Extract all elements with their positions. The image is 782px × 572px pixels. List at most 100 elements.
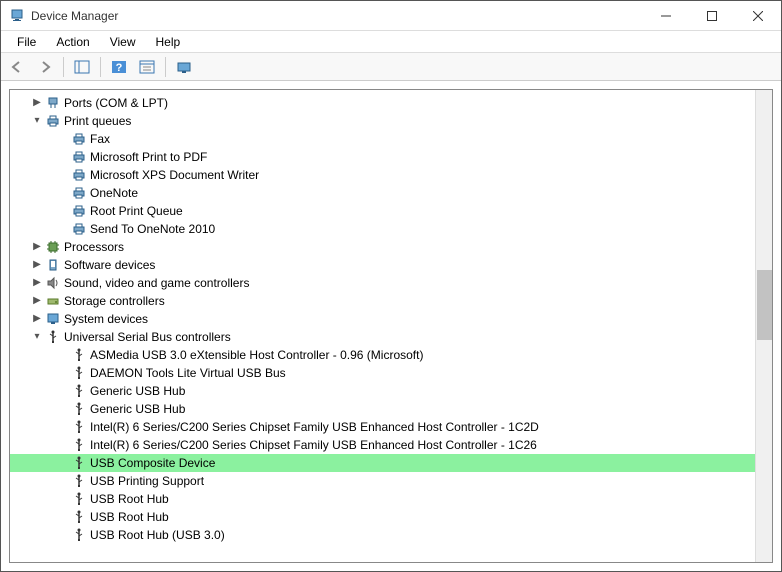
usb-icon: [70, 510, 88, 524]
printer-icon: [70, 168, 88, 182]
usb-icon: [70, 384, 88, 398]
tree-node-usb-controllers[interactable]: ▾ Universal Serial Bus controllers: [10, 328, 772, 346]
tree-label: Microsoft XPS Document Writer: [88, 166, 259, 184]
tree-node-usb-item[interactable]: USB Printing Support: [10, 472, 772, 490]
close-button[interactable]: [735, 1, 781, 31]
tree-label: ASMedia USB 3.0 eXtensible Host Controll…: [88, 346, 423, 364]
tree-node-print-item[interactable]: OneNote: [10, 184, 772, 202]
device-tree[interactable]: ▶ Ports (COM & LPT) ▾ Print queues Fax M…: [10, 90, 772, 562]
tree-label: System devices: [62, 310, 148, 328]
menu-view[interactable]: View: [100, 33, 146, 51]
tree-label: Intel(R) 6 Series/C200 Series Chipset Fa…: [88, 436, 537, 454]
tree-node-print-item[interactable]: Fax: [10, 130, 772, 148]
tree-panel: ▶ Ports (COM & LPT) ▾ Print queues Fax M…: [9, 89, 773, 563]
back-button[interactable]: [5, 56, 29, 78]
svg-text:?: ?: [116, 62, 123, 74]
tree-node-print-item[interactable]: Send To OneNote 2010: [10, 220, 772, 238]
tree-label: USB Root Hub: [88, 490, 169, 508]
port-icon: [44, 96, 62, 110]
tree-node-storage[interactable]: ▶ Storage controllers: [10, 292, 772, 310]
vertical-scrollbar[interactable]: [755, 90, 772, 562]
toolbar-separator: [100, 57, 101, 77]
tree-label: OneNote: [88, 184, 138, 202]
usb-icon: [44, 330, 62, 344]
chevron-right-icon[interactable]: ▶: [30, 238, 44, 256]
printer-icon: [44, 114, 62, 128]
properties-button[interactable]: [135, 56, 159, 78]
tree-node-software-devices[interactable]: ▶ Software devices: [10, 256, 772, 274]
tree-node-processors[interactable]: ▶ Processors: [10, 238, 772, 256]
menu-action[interactable]: Action: [46, 33, 99, 51]
tree-node-usb-item[interactable]: Intel(R) 6 Series/C200 Series Chipset Fa…: [10, 418, 772, 436]
storage-icon: [44, 294, 62, 308]
software-icon: [44, 258, 62, 272]
tree-label: DAEMON Tools Lite Virtual USB Bus: [88, 364, 286, 382]
minimize-button[interactable]: [643, 1, 689, 31]
tree-node-usb-item[interactable]: USB Root Hub: [10, 490, 772, 508]
tree-label: USB Root Hub: [88, 508, 169, 526]
chevron-down-icon[interactable]: ▾: [30, 112, 44, 130]
tree-label: Intel(R) 6 Series/C200 Series Chipset Fa…: [88, 418, 539, 436]
tree-node-usb-item[interactable]: Generic USB Hub: [10, 400, 772, 418]
tree-label: Universal Serial Bus controllers: [62, 328, 231, 346]
app-icon: [9, 8, 25, 24]
tree-node-usb-item[interactable]: Intel(R) 6 Series/C200 Series Chipset Fa…: [10, 436, 772, 454]
tree-node-sound[interactable]: ▶ Sound, video and game controllers: [10, 274, 772, 292]
chevron-right-icon[interactable]: ▶: [30, 310, 44, 328]
titlebar: Device Manager: [1, 1, 781, 31]
chevron-right-icon[interactable]: ▶: [30, 292, 44, 310]
tree-label: Processors: [62, 238, 124, 256]
menu-help[interactable]: Help: [146, 33, 191, 51]
tree-label: Ports (COM & LPT): [62, 94, 168, 112]
tree-node-usb-item-selected[interactable]: USB Composite Device: [10, 454, 772, 472]
chevron-right-icon[interactable]: ▶: [30, 274, 44, 292]
scan-hardware-button[interactable]: [172, 56, 196, 78]
tree-node-usb-item[interactable]: DAEMON Tools Lite Virtual USB Bus: [10, 364, 772, 382]
tree-label: Software devices: [62, 256, 155, 274]
menubar: File Action View Help: [1, 31, 781, 53]
tree-label: Sound, video and game controllers: [62, 274, 249, 292]
processor-icon: [44, 240, 62, 254]
printer-icon: [70, 186, 88, 200]
show-hide-console-button[interactable]: [70, 56, 94, 78]
tree-label: Microsoft Print to PDF: [88, 148, 207, 166]
scrollbar-thumb[interactable]: [757, 270, 772, 340]
chevron-down-icon[interactable]: ▾: [30, 328, 44, 346]
help-button[interactable]: ?: [107, 56, 131, 78]
tree-label: Print queues: [62, 112, 131, 130]
usb-icon: [70, 492, 88, 506]
tree-node-usb-item[interactable]: Generic USB Hub: [10, 382, 772, 400]
forward-button[interactable]: [33, 56, 57, 78]
toolbar: ?: [1, 53, 781, 81]
window-title: Device Manager: [31, 9, 643, 23]
tree-node-usb-item[interactable]: USB Root Hub: [10, 508, 772, 526]
tree-node-usb-item[interactable]: ASMedia USB 3.0 eXtensible Host Controll…: [10, 346, 772, 364]
tree-node-system[interactable]: ▶ System devices: [10, 310, 772, 328]
tree-label: USB Composite Device: [88, 454, 215, 472]
printer-icon: [70, 222, 88, 236]
tree-node-ports[interactable]: ▶ Ports (COM & LPT): [10, 94, 772, 112]
printer-icon: [70, 132, 88, 146]
usb-icon: [70, 420, 88, 434]
chevron-right-icon[interactable]: ▶: [30, 256, 44, 274]
maximize-button[interactable]: [689, 1, 735, 31]
tree-node-print-item[interactable]: Root Print Queue: [10, 202, 772, 220]
usb-icon: [70, 366, 88, 380]
system-icon: [44, 312, 62, 326]
tree-label: USB Printing Support: [88, 472, 204, 490]
toolbar-separator: [165, 57, 166, 77]
tree-node-print-item[interactable]: Microsoft XPS Document Writer: [10, 166, 772, 184]
tree-node-print-queues[interactable]: ▾ Print queues: [10, 112, 772, 130]
toolbar-separator: [63, 57, 64, 77]
usb-icon: [70, 474, 88, 488]
usb-icon: [70, 456, 88, 470]
usb-icon: [70, 348, 88, 362]
chevron-right-icon[interactable]: ▶: [30, 94, 44, 112]
usb-icon: [70, 528, 88, 542]
tree-label: Send To OneNote 2010: [88, 220, 215, 238]
menu-file[interactable]: File: [7, 33, 46, 51]
tree-node-usb-item[interactable]: USB Root Hub (USB 3.0): [10, 526, 772, 544]
sound-icon: [44, 276, 62, 290]
usb-icon: [70, 402, 88, 416]
tree-node-print-item[interactable]: Microsoft Print to PDF: [10, 148, 772, 166]
